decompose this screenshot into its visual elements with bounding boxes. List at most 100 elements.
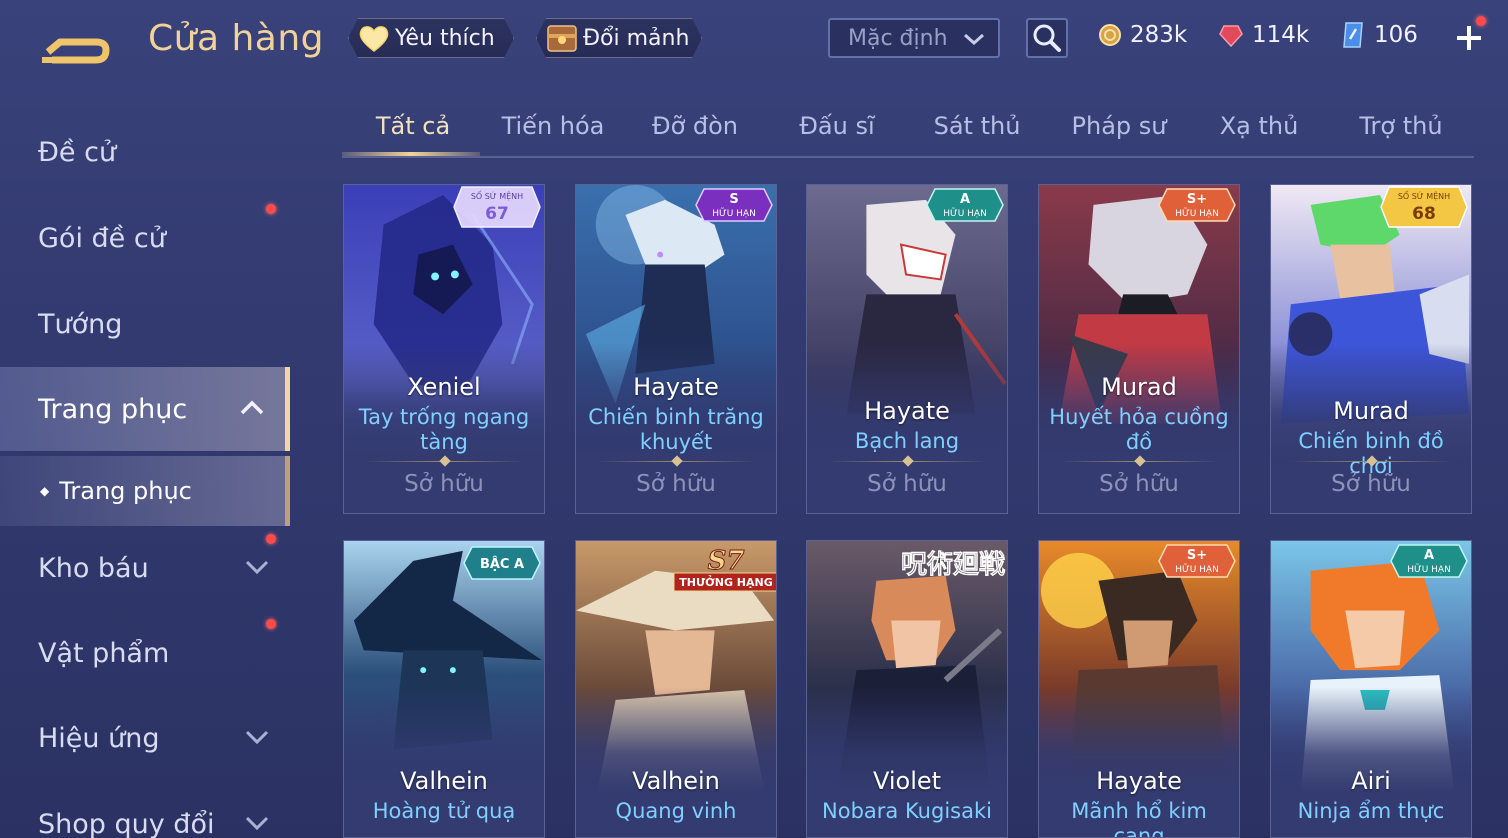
- tab-assassin[interactable]: Sát thủ: [906, 112, 1048, 140]
- hero-name: Violet: [872, 767, 942, 795]
- rarity-badge: S HỮU HẠN: [695, 188, 773, 222]
- active-tab-indicator: [342, 152, 480, 156]
- hero-name: Valhein: [400, 767, 488, 795]
- notification-dot: [266, 534, 276, 544]
- sidebar-item-recommended[interactable]: Đề cử: [0, 110, 290, 194]
- role-tabs: Tất cả Tiến hóa Đỡ đòn Đấu sĩ Sát thủ Ph…: [342, 100, 1474, 158]
- season-badge: S7 THƯỞNG HẠNG: [673, 546, 776, 592]
- skin-name: Ninja ẩm thực: [1297, 799, 1445, 823]
- skin-card[interactable]: S7 THƯỞNG HẠNG Valhein Quang vinh: [575, 540, 777, 838]
- svg-text:HỮU HẠN: HỮU HẠN: [1407, 563, 1451, 575]
- sidebar-item-exchange-shop[interactable]: Shop quy đổi: [0, 782, 290, 838]
- skin-name: Quang vinh: [615, 799, 737, 823]
- svg-text:S7: S7: [708, 546, 745, 576]
- skin-name: Tay trống ngang tàng: [358, 405, 530, 454]
- skin-card[interactable]: S+ HỮU HẠN Murad Huyết hỏa cuồng đồ Sở h…: [1038, 184, 1240, 514]
- tab-marksman[interactable]: Xạ thủ: [1188, 112, 1330, 140]
- sidebar: Đề cử Gói đề cử Tướng Trang phục ◆ Trang…: [0, 100, 292, 838]
- tier-badge: BẬC A: [463, 546, 541, 580]
- skin-card[interactable]: 呪術廻戦 Violet Nobara Kugisaki: [806, 540, 1008, 838]
- rarity-badge: S+ HỮU HẠN: [1158, 188, 1236, 222]
- hero-name: Murad: [1333, 397, 1409, 425]
- shard-exchange-label: Đổi mảnh: [583, 25, 690, 51]
- sidebar-item-effects[interactable]: Hiệu ứng: [0, 696, 290, 780]
- hero-name: Murad: [1101, 373, 1177, 401]
- sidebar-item-label: Gói đề cử: [38, 222, 166, 254]
- skin-name: Huyết hỏa cuồng đồ: [1049, 405, 1229, 454]
- sidebar-item-items[interactable]: Vật phẩm: [0, 611, 290, 695]
- svg-text:S: S: [729, 192, 738, 207]
- sidebar-item-label: Tướng: [38, 308, 123, 340]
- mission-badge: SỐ SỨ MỆNH 67: [453, 186, 541, 228]
- svg-text:S+: S+: [1187, 548, 1207, 563]
- svg-text:THƯỞNG HẠNG: THƯỞNG HẠNG: [679, 575, 773, 589]
- shard-exchange-button[interactable]: Đổi mảnh: [536, 18, 702, 58]
- hero-name: Hayate: [633, 373, 719, 401]
- sidebar-subitem-skins[interactable]: ◆ Trang phục: [0, 456, 290, 526]
- hero-name: Airi: [1351, 767, 1391, 795]
- owned-status: Sở hữu: [404, 471, 484, 497]
- back-button[interactable]: [40, 22, 116, 64]
- bullet-icon: ◆: [40, 484, 50, 498]
- svg-text:68: 68: [1412, 204, 1436, 224]
- sidebar-item-label: Trang phục: [38, 393, 188, 425]
- rarity-badge: A HỮU HẠN: [1390, 544, 1468, 578]
- skin-card[interactable]: A HỮU HẠN Airi Ninja ẩm thực: [1270, 540, 1472, 838]
- svg-text:A: A: [960, 192, 970, 207]
- chevron-up-icon: [240, 400, 264, 415]
- skin-card[interactable]: S+ HỮU HẠN Hayate Mãnh hổ kim cang: [1038, 540, 1240, 838]
- skin-card[interactable]: SỐ SỨ MỆNH 68 Murad Chiến binh đồ chơi S…: [1270, 184, 1472, 514]
- tab-tank[interactable]: Đỡ đòn: [624, 112, 766, 140]
- tab-all[interactable]: Tất cả: [342, 112, 484, 140]
- skin-name: Bạch lang: [854, 429, 960, 453]
- skin-card[interactable]: SỐ SỨ MỆNH 67 Xeniel Tay trống ngang tàn…: [343, 184, 545, 514]
- owned-status: Sở hữu: [1099, 471, 1179, 497]
- owned-status: Sở hữu: [1331, 471, 1411, 497]
- tab-fighter[interactable]: Đấu sĩ: [766, 112, 908, 140]
- sidebar-item-recommended-packs[interactable]: Gói đề cử: [0, 196, 290, 280]
- svg-text:A: A: [1424, 548, 1434, 563]
- svg-text:HỮU HẠN: HỮU HẠN: [1175, 207, 1219, 219]
- page-title: Cửa hàng: [148, 18, 325, 59]
- rarity-badge: S+ HỮU HẠN: [1158, 544, 1236, 578]
- hero-name: Xeniel: [407, 373, 481, 401]
- mission-badge: SỐ SỨ MỆNH 68: [1380, 186, 1468, 228]
- svg-text:呪術廻戦: 呪術廻戦: [901, 550, 1005, 580]
- svg-text:67: 67: [485, 204, 509, 224]
- sidebar-item-label: Kho báu: [38, 552, 149, 584]
- hero-name: Hayate: [1096, 767, 1182, 795]
- svg-text:S+: S+: [1187, 192, 1207, 207]
- skin-name: Hoàng tử quạ: [372, 799, 516, 823]
- hero-name: Valhein: [632, 767, 720, 795]
- skin-card[interactable]: A HỮU HẠN Hayate Bạch lang Sở hữu: [806, 184, 1008, 514]
- sidebar-item-skins[interactable]: Trang phục: [0, 367, 290, 451]
- top-up-button[interactable]: [1452, 16, 1486, 54]
- skin-card[interactable]: S HỮU HẠN Hayate Chiến binh trăng khuyết…: [575, 184, 777, 514]
- gold-currency: 283k: [1098, 18, 1187, 52]
- skin-card[interactable]: BẬC A Valhein Hoàng tử quạ: [343, 540, 545, 838]
- chevron-down-icon: [964, 33, 984, 46]
- tab-mage[interactable]: Pháp sư: [1048, 112, 1190, 140]
- sidebar-item-label: Đề cử: [38, 136, 117, 168]
- favorite-button[interactable]: Yêu thích: [348, 18, 514, 58]
- notification-dot: [266, 619, 276, 629]
- tab-evolution[interactable]: Tiến hóa: [482, 112, 624, 140]
- rarity-badge: A HỮU HẠN: [926, 188, 1004, 222]
- svg-text:HỮU HẠN: HỮU HẠN: [1175, 563, 1219, 575]
- voucher-icon: [1343, 22, 1363, 48]
- search-button[interactable]: [1026, 18, 1068, 58]
- sidebar-item-heroes[interactable]: Tướng: [0, 282, 290, 366]
- svg-text:BẬC A: BẬC A: [480, 556, 524, 572]
- chest-icon: [545, 21, 579, 55]
- tab-support[interactable]: Trợ thủ: [1330, 112, 1472, 140]
- sidebar-item-treasure[interactable]: Kho báu: [0, 526, 290, 610]
- sort-select[interactable]: Mặc định: [828, 18, 1000, 58]
- skin-name: Nobara Kugisaki: [822, 799, 992, 823]
- sidebar-item-label: Vật phẩm: [38, 637, 170, 669]
- notification-dot: [266, 204, 276, 214]
- ruby-icon: [1219, 25, 1243, 48]
- sidebar-subitem-label: Trang phục: [59, 477, 192, 505]
- voucher-currency: 106: [1340, 18, 1418, 52]
- notification-dot: [1476, 16, 1486, 26]
- gold-coin-icon: [1099, 24, 1121, 46]
